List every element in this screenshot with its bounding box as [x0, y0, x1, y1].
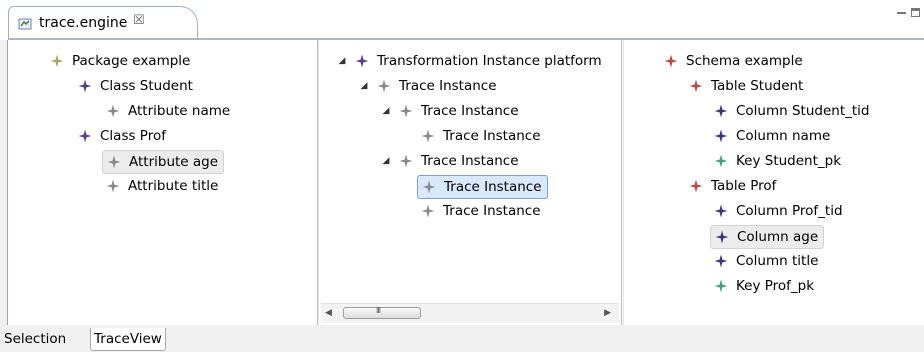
- tree-node-star-icon: [399, 104, 413, 118]
- editor-tab-title: trace.engine: [39, 15, 128, 31]
- tree-node-star-icon: [714, 279, 728, 293]
- middle-tree-pane[interactable]: ◀ III ▶ Transformation Instance platform…: [318, 40, 622, 325]
- middle-tree-node-label: Trace Instance: [421, 153, 519, 169]
- scroll-right-arrow-icon[interactable]: ▶: [604, 308, 611, 318]
- right-tree-node-label: Table Student: [711, 78, 804, 94]
- tree-expand-toggle-icon[interactable]: ◢: [380, 150, 392, 172]
- right-tree-node[interactable]: Column age: [710, 225, 825, 249]
- left-tree-node-label: Attribute name: [128, 103, 231, 119]
- left-tree-node-label: Class Student: [100, 78, 193, 94]
- right-tree-node-label: Column name: [736, 128, 831, 144]
- tree-node-star-icon: [422, 180, 436, 194]
- maximize-icon[interactable]: [911, 8, 920, 17]
- tree-node-star-icon: [714, 154, 728, 168]
- tree-node-star-icon: [399, 154, 413, 168]
- tree-node-star-icon: [78, 79, 92, 93]
- close-icon[interactable]: ☒: [133, 13, 145, 28]
- tab-traceview[interactable]: TraceView: [90, 328, 166, 351]
- editor-tab-strip: trace.engine ☒: [0, 0, 924, 40]
- tree-node-star-icon: [714, 254, 728, 268]
- left-tree-node[interactable]: Attribute age: [102, 150, 225, 174]
- tree-node-star-icon: [107, 155, 121, 169]
- left-tree-node-label: Class Prof: [100, 128, 166, 144]
- scrollbar-grip-icon: III: [376, 306, 381, 315]
- editor-content: Package example Class Student Attribute na…: [7, 40, 924, 325]
- tree-node-star-icon: [714, 204, 728, 218]
- tree-node-star-icon: [377, 79, 391, 93]
- right-tree-node-label: Column Prof_tid: [736, 203, 843, 219]
- right-tree-node-label: Column age: [737, 229, 819, 245]
- right-tree-node-label: Key Prof_pk: [736, 278, 815, 294]
- middle-tree-node-label: Trace Instance: [443, 128, 541, 144]
- tab-selection[interactable]: Selection: [1, 328, 69, 350]
- right-tree-pane[interactable]: Schema example Table Student Column Studen…: [623, 40, 924, 325]
- middle-tree-node-label: Trace Instance: [443, 203, 541, 219]
- bottom-tab-bar: Selection TraceView: [0, 325, 924, 352]
- trace-file-icon: [18, 18, 32, 30]
- middle-tree-node-label: Trace Instance: [399, 78, 497, 94]
- middle-tree-node-label: Trace Instance: [421, 103, 519, 119]
- tree-node-star-icon: [421, 204, 435, 218]
- right-tree-node-label: Column title: [736, 253, 819, 269]
- left-tree-node-label: Attribute title: [128, 178, 219, 194]
- middle-tree-node-label: Transformation Instance platform: [377, 53, 602, 69]
- tree-expand-toggle-icon[interactable]: ◢: [336, 50, 348, 72]
- tree-node-star-icon: [50, 54, 64, 68]
- tree-node-star-icon: [715, 230, 729, 244]
- tree-expand-toggle-icon[interactable]: ◢: [380, 100, 392, 122]
- middle-tree-node[interactable]: Trace Instance: [417, 175, 548, 199]
- tree-node-star-icon: [689, 79, 703, 93]
- tree-node-star-icon: [664, 54, 678, 68]
- editor-tab[interactable]: trace.engine ☒: [8, 6, 198, 40]
- tree-node-star-icon: [689, 179, 703, 193]
- left-tree-pane[interactable]: Package example Class Student Attribute na…: [8, 40, 318, 325]
- minimize-icon[interactable]: [897, 12, 906, 14]
- middle-tree-node-label: Trace Instance: [444, 179, 542, 195]
- tree-node-star-icon: [78, 129, 92, 143]
- tree-node-star-icon: [106, 104, 120, 118]
- tree-expand-toggle-icon[interactable]: ◢: [358, 75, 370, 97]
- right-tree-node-label: Key Student_pk: [736, 153, 842, 169]
- scroll-left-arrow-icon[interactable]: ◀: [325, 308, 332, 318]
- tree-node-star-icon: [421, 129, 435, 143]
- left-tree-node-label: Attribute age: [129, 154, 219, 170]
- left-tree-node-label: Package example: [72, 53, 191, 69]
- right-tree-node-label: Schema example: [686, 53, 803, 69]
- tree-node-star-icon: [106, 179, 120, 193]
- tree-node-star-icon: [714, 129, 728, 143]
- right-tree-node-label: Column Student_tid: [736, 103, 870, 119]
- horizontal-scrollbar[interactable]: ◀ III ▶: [321, 303, 619, 323]
- scrollbar-thumb[interactable]: III: [343, 306, 421, 319]
- tree-node-star-icon: [714, 104, 728, 118]
- tree-node-star-icon: [355, 54, 369, 68]
- right-tree-node-label: Table Prof: [711, 178, 777, 194]
